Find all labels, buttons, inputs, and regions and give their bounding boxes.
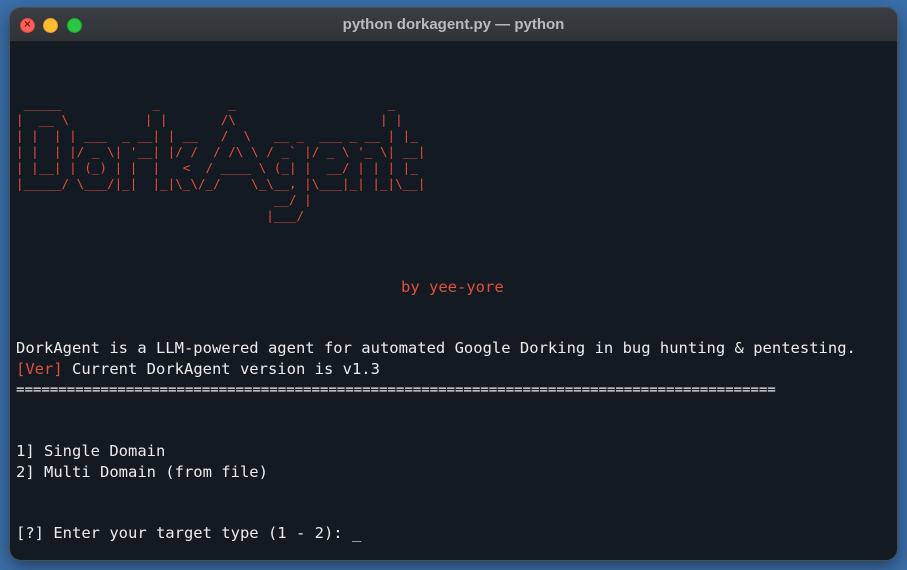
version-text: Current DorkAgent version is v1.3 (62, 360, 380, 378)
banner-line: | |__| | (_) | | | < / ____ \ (_| | __/ … (16, 160, 418, 175)
option-single-domain: 1] Single Domain (16, 442, 166, 460)
title-bar: × python dorkagent.py — python (10, 8, 897, 42)
separator-line: ========================================… (16, 382, 776, 398)
text-cursor: _ (351, 524, 362, 542)
version-line: [Ver] Current DorkAgent version is v1.3 (16, 359, 380, 379)
banner-line: | __ \ | | /\ | | (16, 112, 403, 127)
window-title: python dorkagent.py — python (342, 16, 565, 33)
input-prompt[interactable]: [?] Enter your target type (1 - 2): _ (16, 523, 361, 543)
banner-line: | | | | ___ _ __| | __ / \ __ _ ___ _ __… (16, 128, 418, 143)
banner-line: | | | |/ _ \| '__| |/ / / /\ \ / _` |/ _… (16, 144, 426, 159)
prompt-text: [?] Enter your target type (1 - 2): (16, 524, 352, 542)
banner-line: __/ | (16, 192, 312, 207)
banner-line: |___/ (16, 208, 305, 223)
banner-line: _____ _ _ _ (16, 96, 396, 111)
terminal-window: × python dorkagent.py — python _____ _ _… (10, 8, 897, 560)
option-multi-domain: 2] Multi Domain (from file) (16, 463, 268, 481)
description-line: DorkAgent is a LLM-powered agent for aut… (16, 339, 856, 357)
version-tag: [Ver] (16, 360, 63, 378)
banner-line: |_____/ \___/|_| |_|\_\/_/ \_\__, |\___|… (16, 176, 426, 191)
author-byline: by yee-yore (401, 278, 504, 296)
ascii-banner: _____ _ _ _ | __ \ | | /\ | | | | | | __… (16, 96, 425, 224)
terminal-content[interactable]: _____ _ _ _ | __ \ | | /\ | | | | | | __… (16, 41, 891, 560)
